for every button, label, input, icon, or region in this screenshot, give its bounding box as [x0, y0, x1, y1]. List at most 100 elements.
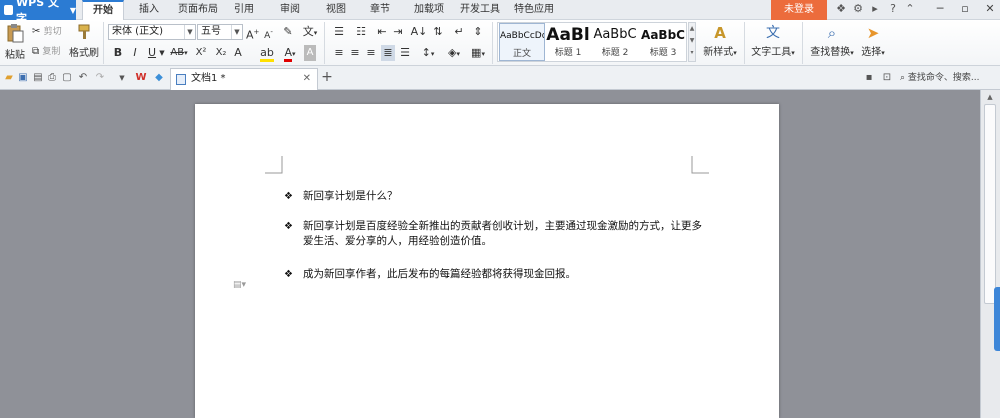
paste-button[interactable]: 粘贴: [2, 23, 28, 63]
print-icon[interactable]: ⎙: [45, 71, 59, 85]
style-normal[interactable]: AaBbCcDd 正文: [499, 23, 545, 61]
bold-button[interactable]: B: [112, 45, 124, 61]
char-shading-icon[interactable]: A: [232, 45, 244, 61]
restore-ribbon-icon[interactable]: ⌃: [903, 2, 917, 16]
subscript-button[interactable]: X₂: [213, 45, 229, 61]
copy-button[interactable]: ⧉ 复制: [32, 44, 68, 58]
minimize-button[interactable]: ─: [932, 2, 948, 16]
strikethrough-button[interactable]: AB▾: [169, 45, 189, 61]
underline-button[interactable]: U: [146, 45, 158, 61]
paragraph-spacing-icon[interactable]: ↕▾: [418, 45, 438, 61]
redo-icon[interactable]: ↷: [93, 71, 107, 85]
pin-icon[interactable]: ⊡: [880, 71, 894, 85]
style-gallery-scroll[interactable]: ▲ ▼ ▾: [688, 22, 696, 62]
settings-icon[interactable]: ⚙: [851, 2, 865, 16]
font-size-select[interactable]: 五号 ▼: [197, 24, 243, 40]
style-preview: AaBbC: [593, 27, 637, 42]
shrink-font-button[interactable]: A-: [262, 24, 275, 41]
wps-logo-icon: [4, 5, 14, 15]
wps-w-icon[interactable]: W: [134, 71, 148, 85]
sort-icon[interactable]: ⇅: [432, 24, 444, 40]
list-item-text: 新回享计划是百度经验全新推出的贡献者创收计划，主要通过现金激励的方式，让更多爱生…: [303, 220, 702, 247]
new-style-icon: A: [714, 24, 726, 42]
new-style-button[interactable]: A 新样式▾: [700, 23, 740, 63]
borders-icon[interactable]: ▦▾: [468, 45, 488, 61]
select-button[interactable]: ➤ 选择▾: [858, 23, 888, 63]
skin-icon[interactable]: ❖: [834, 2, 848, 16]
export-pdf-icon[interactable]: ▤: [31, 71, 45, 85]
highlight-color-button[interactable]: ab: [257, 45, 277, 62]
new-style-label-row: 新样式▾: [703, 47, 737, 58]
close-icon[interactable]: ✕: [303, 69, 311, 89]
style-name: 标题 1: [554, 48, 582, 58]
comment-icon[interactable]: ▪: [862, 71, 876, 85]
undo-icon[interactable]: ↶: [76, 71, 90, 85]
paragraph-options-icon[interactable]: ▤▾: [233, 280, 253, 292]
font-color-button[interactable]: A▾: [281, 45, 299, 62]
text-direction-icon[interactable]: A↓: [410, 24, 428, 40]
style-heading-1[interactable]: AaBl 标题 1: [546, 23, 590, 61]
vertical-scrollbar[interactable]: ▲: [980, 90, 1000, 418]
grow-font-button[interactable]: A+: [246, 24, 259, 42]
shading-icon[interactable]: ◈▾: [444, 45, 464, 61]
scrollbar-thumb[interactable]: [984, 104, 996, 304]
line-spacing-icon[interactable]: ⇕: [470, 24, 486, 40]
close-window-button[interactable]: ✕: [982, 2, 998, 16]
tab-review[interactable]: 审阅: [274, 0, 306, 20]
print-preview-icon[interactable]: ▢: [60, 71, 74, 85]
superscript-button[interactable]: X²: [193, 45, 209, 61]
pinyin-button[interactable]: 文▾: [299, 24, 321, 40]
tab-references[interactable]: 引用: [228, 0, 260, 20]
help-icon[interactable]: ?: [886, 2, 900, 16]
maximize-button[interactable]: ▫: [957, 2, 973, 16]
text-tools-button[interactable]: 文 文字工具▾: [748, 23, 798, 63]
increase-indent-icon[interactable]: ⇥: [392, 24, 404, 40]
share-icon[interactable]: ▸: [868, 2, 882, 16]
clear-format-icon[interactable]: ✎: [281, 24, 295, 40]
new-tab-button[interactable]: +: [320, 70, 334, 84]
text-tools-label: 文字工具: [751, 47, 792, 58]
tab-page-layout[interactable]: 页面布局: [172, 0, 224, 20]
tab-home[interactable]: 开始: [82, 0, 124, 20]
align-left-icon[interactable]: ≡: [333, 45, 345, 61]
document-page[interactable]: ❖ 新回享计划是什么？ ❖ 新回享计划是百度经验全新推出的贡献者创收计划，主要通…: [195, 104, 779, 418]
numbered-list-button[interactable]: ☷: [352, 24, 370, 40]
align-center-icon[interactable]: ≡: [349, 45, 361, 61]
font-name-select[interactable]: 宋体 (正文) ▼: [108, 24, 196, 40]
style-preview: AaBbC: [641, 28, 685, 42]
tab-developer[interactable]: 开发工具: [454, 0, 506, 20]
distribute-icon[interactable]: ☰: [398, 45, 412, 61]
tab-chapter[interactable]: 章节: [364, 0, 396, 20]
tab-view[interactable]: 视图: [320, 0, 352, 20]
command-search[interactable]: ⌕ 查找命令、搜索...: [900, 70, 998, 86]
style-heading-2[interactable]: AaBbC 标题 2: [591, 23, 639, 61]
tab-insert[interactable]: 插入: [132, 0, 166, 20]
tab-special[interactable]: 特色应用: [508, 0, 560, 20]
find-replace-button[interactable]: ⌕ 查找替换▾: [806, 23, 858, 63]
customize-qa-icon[interactable]: ▼: [115, 71, 129, 85]
tab-document[interactable]: 文档1 * ✕: [170, 68, 318, 90]
login-button[interactable]: 未登录: [771, 0, 827, 20]
style-preview: AaBl: [546, 25, 590, 45]
cut-button[interactable]: ✂ 剪切: [32, 24, 68, 38]
side-panel-toggle[interactable]: [994, 287, 1000, 351]
open-folder-icon[interactable]: ▰: [2, 71, 16, 85]
scroll-up-icon[interactable]: ▲: [984, 91, 996, 103]
char-border-icon[interactable]: A: [304, 45, 316, 61]
justify-icon[interactable]: ≣: [381, 45, 395, 61]
chevron-down-icon[interactable]: ▼: [158, 45, 166, 61]
tab-addins[interactable]: 加载项: [408, 0, 450, 20]
cloud-icon[interactable]: ◆: [152, 71, 166, 85]
save-icon[interactable]: ▣: [16, 71, 30, 85]
diamond-bullet-icon: ❖: [284, 269, 293, 280]
show-marks-icon[interactable]: ↵: [452, 24, 466, 40]
style-heading-3[interactable]: AaBbC 标题 3: [640, 23, 686, 61]
format-painter-button[interactable]: 格式刷: [69, 23, 99, 63]
bullet-list-button[interactable]: ☰: [330, 24, 348, 40]
italic-button[interactable]: I: [129, 45, 141, 61]
diamond-bullet-icon: ❖: [284, 221, 293, 232]
search-icon: ⌕: [827, 24, 837, 42]
wps-menu-button[interactable]: WPS 文字 ▼: [0, 0, 76, 25]
decrease-indent-icon[interactable]: ⇤: [376, 24, 388, 40]
align-right-icon[interactable]: ≡: [365, 45, 377, 61]
